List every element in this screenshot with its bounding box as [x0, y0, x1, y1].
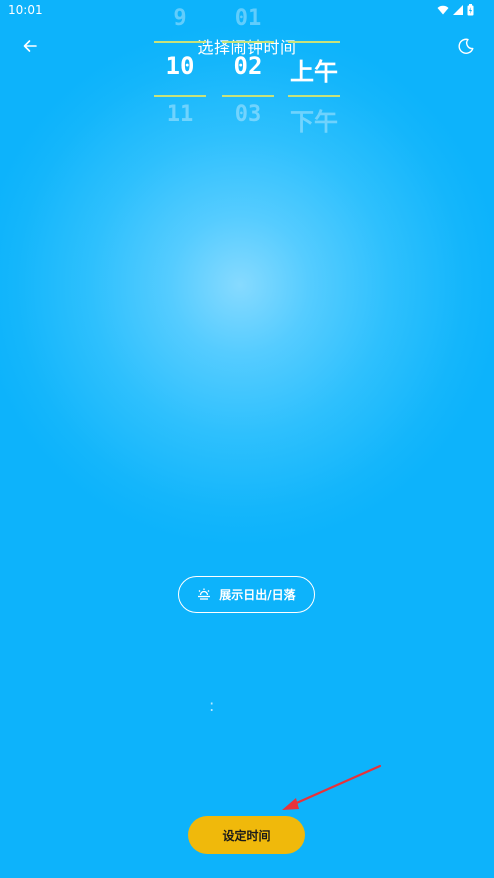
set-time-button[interactable]: 设定时间 — [188, 816, 305, 854]
ampm-selected[interactable]: 上午 — [288, 52, 340, 87]
show-sunrise-sunset-button[interactable]: 展示日出/日落 — [178, 576, 315, 613]
wifi-icon — [437, 5, 449, 15]
ampm-divider-bottom — [288, 95, 340, 97]
hour-selected[interactable]: 10 — [154, 52, 206, 80]
theme-toggle-button[interactable] — [454, 34, 478, 58]
signal-icon — [453, 5, 463, 15]
minute-picker[interactable]: 01 02 03 — [222, 0, 274, 140]
moon-icon — [458, 38, 474, 54]
ampm-divider-top — [288, 41, 340, 43]
minute-divider-bottom — [222, 95, 274, 97]
sunrise-icon — [198, 588, 211, 600]
battery-icon — [467, 4, 474, 16]
minute-selected[interactable]: 02 — [222, 52, 274, 80]
hour-divider-bottom — [154, 95, 206, 97]
hour-prev[interactable]: 9 — [154, 6, 206, 31]
minute-prev[interactable]: 01 — [222, 6, 274, 31]
minute-next[interactable]: 03 — [222, 102, 274, 127]
picker-fade-overlay — [140, 740, 360, 780]
set-time-label: 设定时间 — [222, 828, 271, 843]
hour-divider-top — [154, 41, 206, 43]
status-icons — [437, 4, 474, 16]
status-time: 10:01 — [8, 3, 43, 17]
ampm-next[interactable]: 下午 — [288, 102, 340, 137]
sun-button-label: 展示日出/日落 — [219, 588, 296, 602]
minute-divider-top — [222, 41, 274, 43]
ampm-picker[interactable]: 上午 下午 — [288, 0, 340, 140]
time-separator: : — [209, 696, 215, 715]
hour-next[interactable]: 11 — [154, 102, 206, 127]
hour-picker[interactable]: 9 10 11 — [154, 0, 206, 140]
